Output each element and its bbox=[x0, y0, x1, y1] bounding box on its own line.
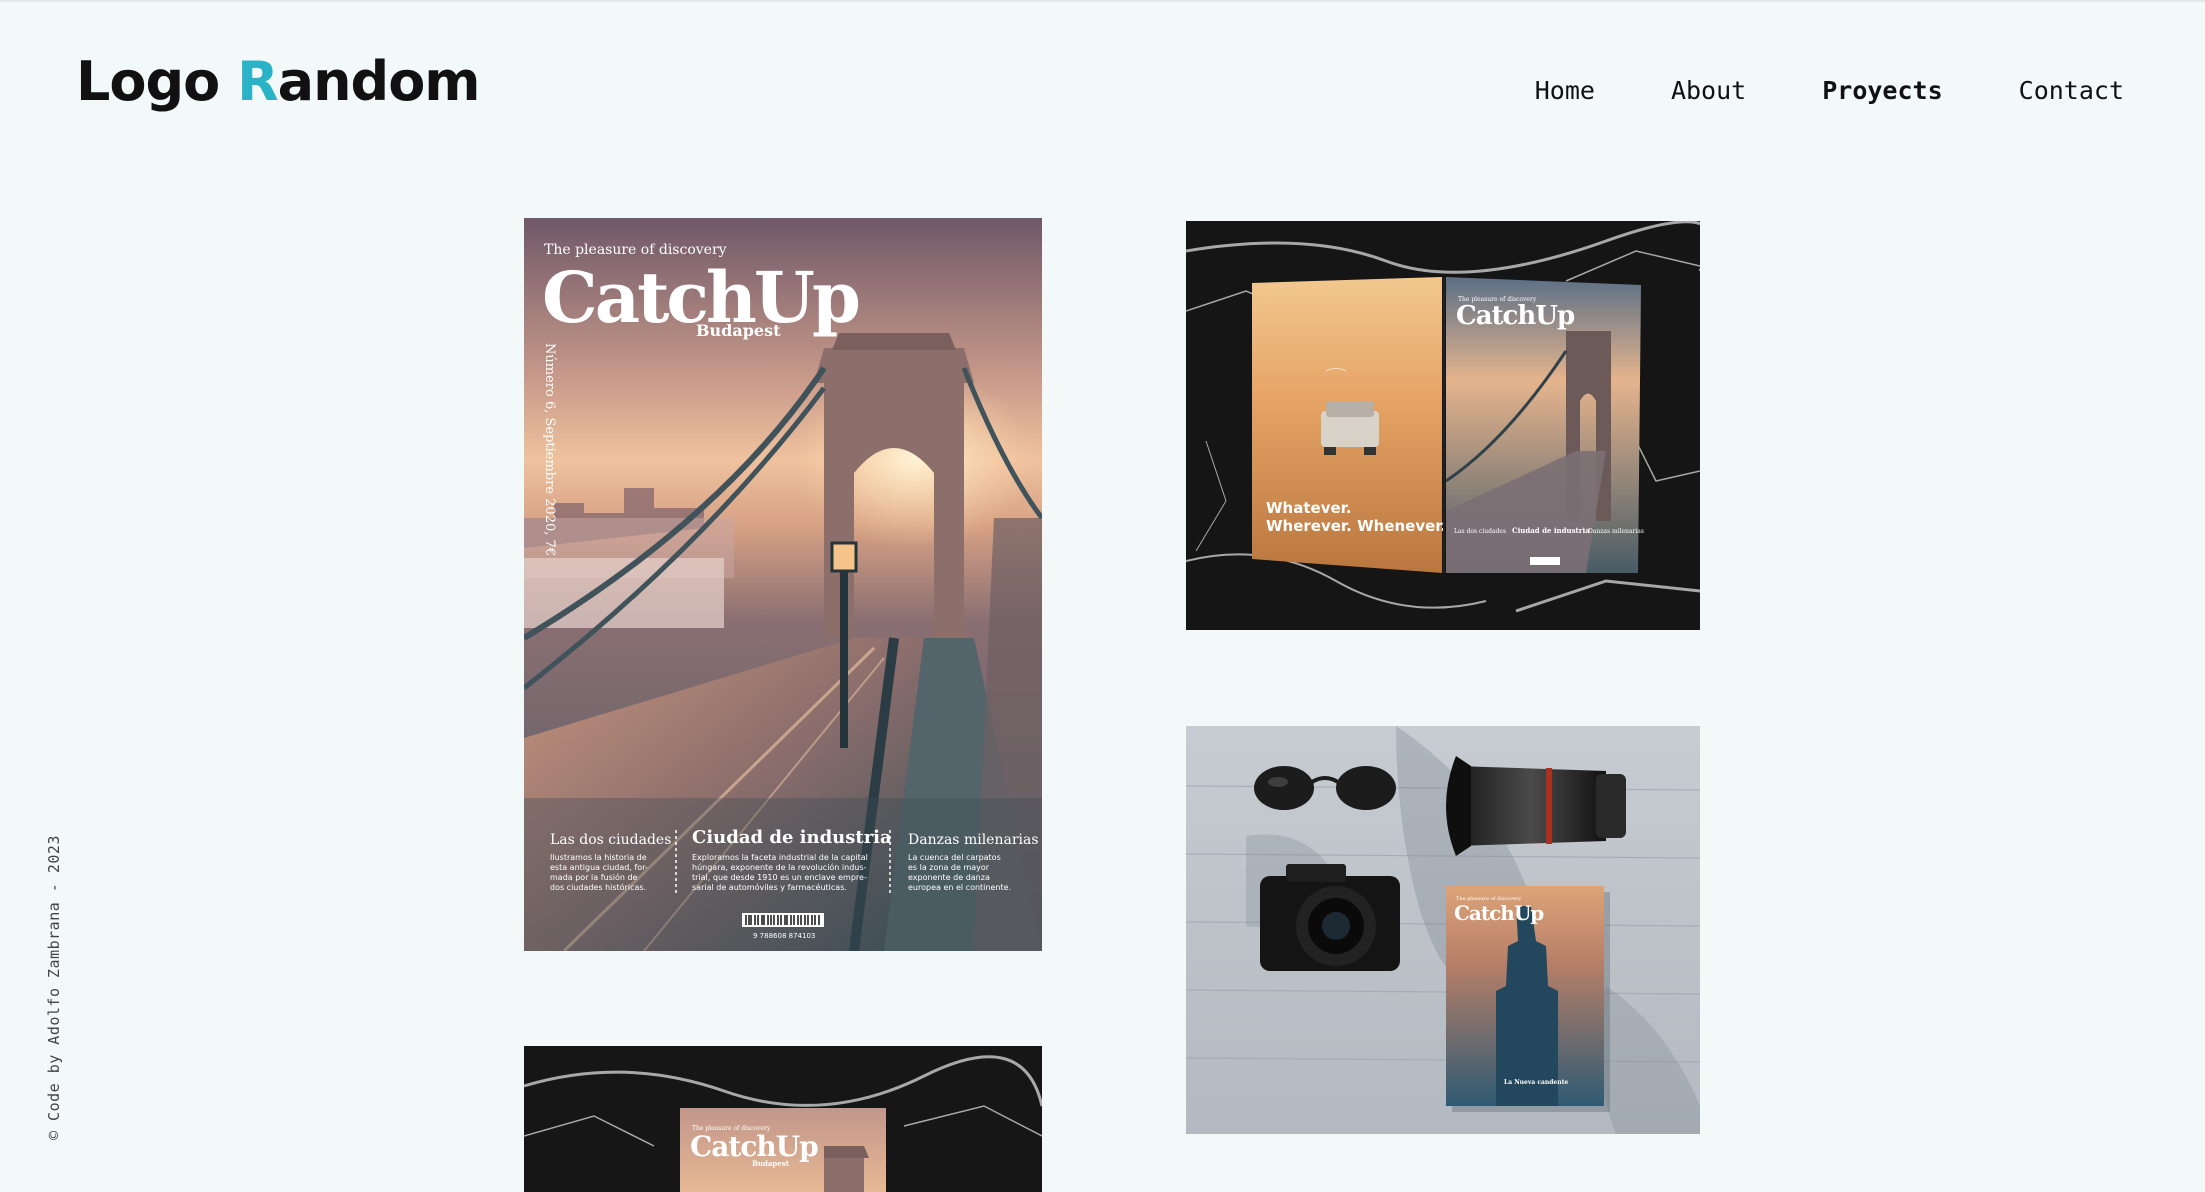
flatlay-title: CatchUp bbox=[1454, 901, 1544, 925]
cover-article-line: La cuenca del carpatos bbox=[908, 853, 1001, 862]
cover-article-line: Exploramos la faceta industrial de la ca… bbox=[692, 853, 868, 862]
cover-article-line: exponente de danza bbox=[908, 873, 990, 882]
nav-about[interactable]: About bbox=[1671, 77, 1746, 105]
car-icon bbox=[1321, 401, 1379, 455]
top-border bbox=[0, 0, 2205, 2]
spread-ad-line: Whatever. bbox=[1266, 499, 1352, 517]
spread-ad-line: Wherever. Whenever. bbox=[1266, 517, 1446, 535]
logo-word: Logo bbox=[76, 50, 220, 113]
flatlay-artwork: The pleasure of discovery CatchUp La Nue… bbox=[1186, 726, 1700, 1134]
cover-article-line: sarial de automóviles y farmacéuticas. bbox=[692, 882, 847, 892]
camera-lens-icon bbox=[1446, 756, 1626, 856]
nav-contact[interactable]: Contact bbox=[2019, 77, 2124, 105]
spread-title: CatchUp bbox=[1456, 301, 1575, 331]
cover-article-line: europea en el continente. bbox=[908, 883, 1011, 892]
cover-subtitle: Budapest bbox=[696, 321, 781, 340]
cover-artwork: The pleasure of discovery CatchUp Budape… bbox=[524, 218, 1042, 951]
cover-article-line: Ilustramos la historia de bbox=[550, 853, 647, 862]
barcode-icon bbox=[742, 913, 824, 927]
logo-word-rest: andom bbox=[277, 50, 481, 113]
cover-article-line: húngara, exponente de la revolución indu… bbox=[692, 862, 867, 872]
project-card-flatlay[interactable]: The pleasure of discovery CatchUp La Nue… bbox=[1186, 726, 1700, 1134]
project-card-spread[interactable]: Whatever. Wherever. Whenever. The pleasu… bbox=[1186, 221, 1700, 630]
footer-credit: © Code by Adolfo Zambrana - 2023 bbox=[45, 835, 63, 1140]
project-card-cover[interactable]: The pleasure of discovery CatchUp Budape… bbox=[524, 218, 1042, 951]
main-nav: Home About Proyects Contact bbox=[1535, 77, 2124, 105]
spread-inner-heading: Ciudad de industria bbox=[1512, 526, 1590, 535]
project-card-marble[interactable]: The pleasure of discovery CatchUp Budape… bbox=[524, 1046, 1042, 1192]
cover-article-heading: Ciudad de industria bbox=[692, 827, 892, 848]
flatlay-inner-heading: La Nueva candente bbox=[1504, 1079, 1568, 1086]
cover-article-line: esta antigua ciudad, for- bbox=[550, 863, 648, 872]
marble-subtitle: Budapest bbox=[752, 1159, 790, 1168]
cover-article-line: es la zona de mayor bbox=[908, 863, 990, 872]
camera-icon bbox=[1260, 864, 1400, 971]
marble-artwork: The pleasure of discovery CatchUp Budape… bbox=[524, 1046, 1042, 1192]
nav-proyects[interactable]: Proyects bbox=[1822, 77, 1942, 105]
cover-article-heading: Danzas milenarias bbox=[908, 832, 1039, 848]
cover-article-heading: Las dos ciudades bbox=[550, 832, 671, 848]
spread-inner-heading: Las dos ciudades bbox=[1454, 528, 1506, 535]
cover-article-line: trial, que desde 1910 es un enclave empr… bbox=[692, 873, 867, 882]
cover-article-line: mada por la fusión de bbox=[550, 872, 638, 882]
nav-home[interactable]: Home bbox=[1535, 77, 1595, 105]
site-logo[interactable]: Logo Random bbox=[76, 50, 481, 115]
logo-accent-letter: R bbox=[237, 50, 279, 113]
cover-article-line: dos ciudades históricas. bbox=[550, 882, 646, 892]
barcode-number: 9 788608 874103 bbox=[753, 932, 815, 940]
spread-artwork: Whatever. Wherever. Whenever. The pleasu… bbox=[1186, 221, 1700, 630]
spread-inner-heading: Danzas milenarias bbox=[1588, 528, 1644, 535]
cover-issue: Número 6, Septiembre 2020, 7€ bbox=[542, 343, 557, 556]
